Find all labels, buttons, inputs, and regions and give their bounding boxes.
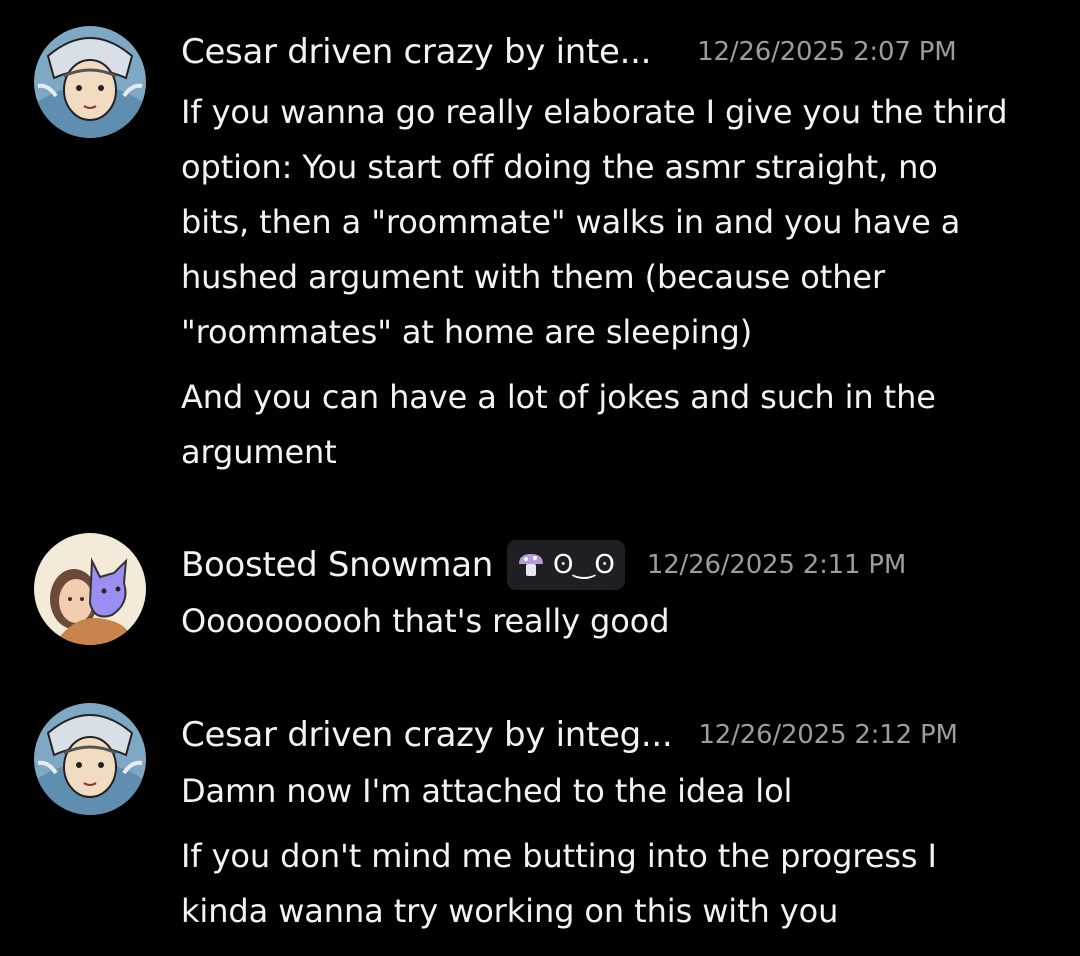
user-avatar-boosted-snowman[interactable] xyxy=(34,533,146,645)
message-text-line: And you can have a lot of jokes and such… xyxy=(181,378,936,416)
message-text-line: Damn now I'm attached to the idea lol xyxy=(181,772,793,810)
message-text-line: bits, then a "roommate" walks in and you… xyxy=(181,203,961,241)
author-name[interactable]: Cesar driven crazy by integ... xyxy=(181,715,673,755)
message-text-line: If you don't mind me butting into the pr… xyxy=(181,837,937,875)
author-name[interactable]: Boosted Snowman xyxy=(181,545,493,585)
message-header: Cesar driven crazy by inte... 12/26/2025… xyxy=(181,26,957,78)
message-header: Cesar driven crazy by integ... 12/26/202… xyxy=(181,709,958,761)
user-avatar-cesar[interactable] xyxy=(34,26,146,138)
message-text-line: If you wanna go really elaborate I give … xyxy=(181,93,1008,131)
message-text-line: "roommates" at home are sleeping) xyxy=(181,313,753,351)
tag-text: ʘ‿ʘ xyxy=(553,550,615,580)
server-tag-badge[interactable]: ʘ‿ʘ xyxy=(507,540,625,590)
timestamp[interactable]: 12/26/2025 2:12 PM xyxy=(698,720,957,750)
message-text-line: option: You start off doing the asmr str… xyxy=(181,148,938,186)
message-header: Boosted Snowman ʘ‿ʘ 12/26/2025 2:11 PM xyxy=(181,539,906,591)
message-text-line: kinda wanna try working on this with you xyxy=(181,892,839,930)
timestamp[interactable]: 12/26/2025 2:07 PM xyxy=(697,37,956,67)
timestamp[interactable]: 12/26/2025 2:11 PM xyxy=(647,550,906,580)
mushroom-icon xyxy=(517,552,545,578)
message-text-line: Oooooooooh that's really good xyxy=(181,602,670,640)
message-text-line: hushed argument with them (because other xyxy=(181,258,886,296)
user-avatar-cesar[interactable] xyxy=(34,703,146,815)
author-name[interactable]: Cesar driven crazy by inte... xyxy=(181,32,651,72)
message-text-line: argument xyxy=(181,433,337,471)
